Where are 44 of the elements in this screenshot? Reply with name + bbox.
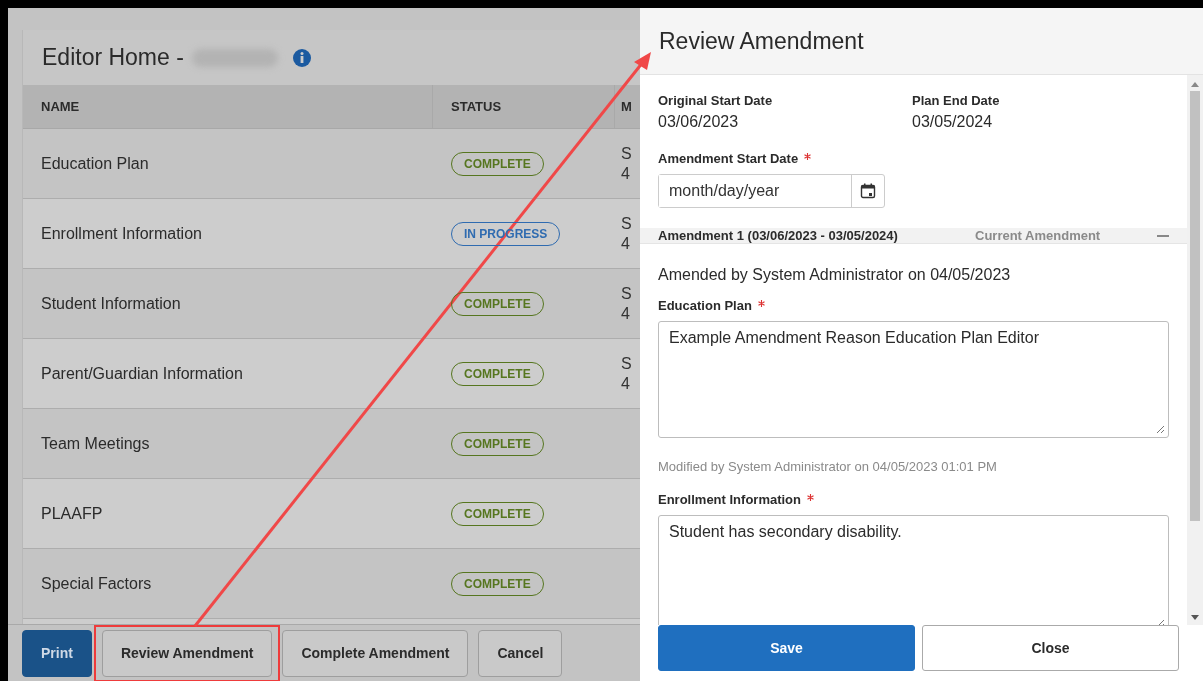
table-cell-text: Special Factors bbox=[40, 573, 153, 594]
amendment-header[interactable]: Amendment 1 (03/06/2023 - 03/05/2024) Current Amendment bbox=[640, 228, 1187, 244]
panel-title: Review Amendment bbox=[659, 27, 864, 55]
column-header: NAME bbox=[23, 85, 433, 128]
field-label: Original Start Date bbox=[658, 93, 774, 108]
table-cell-text: PLAAFP bbox=[40, 503, 104, 524]
table-cell-text: Parent/Guardian Information bbox=[40, 363, 244, 384]
action-button[interactable]: Complete Amendment bbox=[282, 629, 469, 677]
field-label: Enrollment Information bbox=[658, 492, 801, 507]
table-cell-text: S bbox=[621, 353, 633, 374]
page-title: Editor Home - bbox=[42, 44, 184, 71]
table-cell-text: 4 bbox=[621, 303, 631, 324]
scrollbar[interactable] bbox=[1187, 75, 1203, 625]
field-label: Amendment Start Date bbox=[658, 151, 799, 166]
scroll-up-icon[interactable] bbox=[1191, 81, 1199, 87]
action-button[interactable]: Review Amendment bbox=[101, 629, 273, 677]
calendar-icon[interactable] bbox=[860, 183, 876, 199]
table-cell-text: 4 bbox=[621, 163, 631, 184]
resize-grip-icon bbox=[1156, 425, 1165, 434]
table-cell-text: S bbox=[621, 143, 633, 164]
modified-note: Modified by System Administrator on 04/05/2023 01:01 PM bbox=[658, 459, 998, 474]
table-cell-text: 4 bbox=[621, 373, 631, 394]
print-button[interactable]: Print bbox=[22, 629, 92, 677]
scroll-down-icon[interactable] bbox=[1191, 615, 1199, 621]
table-cell-text: S bbox=[621, 213, 633, 234]
field-label: Education Plan bbox=[658, 298, 752, 313]
table-cell-text: 4 bbox=[621, 233, 631, 254]
action-button[interactable]: Cancel bbox=[478, 629, 563, 677]
table-cell-text: Team Meetings bbox=[40, 433, 151, 454]
field-label: Plan End Date bbox=[912, 93, 1001, 108]
date-field[interactable]: month/day/year bbox=[658, 174, 885, 208]
column-header: STATUS bbox=[433, 85, 615, 128]
save-button[interactable]: Save bbox=[658, 625, 915, 671]
date-value: 03/06/2023 bbox=[658, 113, 740, 131]
table-cell-text: S bbox=[621, 283, 633, 304]
date-value: 03/05/2024 bbox=[912, 113, 994, 131]
table-cell-text: Enrollment Information bbox=[40, 223, 203, 244]
table-cell-text: Education Plan bbox=[40, 153, 150, 174]
info-icon[interactable] bbox=[291, 47, 312, 68]
table-cell-text: Student Information bbox=[40, 293, 182, 314]
close-button[interactable]: Close bbox=[922, 625, 1179, 671]
text-area[interactable]: Example Amendment Reason Education Plan Editor bbox=[658, 321, 1169, 438]
column-header: M bbox=[620, 98, 633, 116]
amended-by-text: Amended by System Administrator on 04/05/2023 bbox=[658, 266, 1012, 284]
